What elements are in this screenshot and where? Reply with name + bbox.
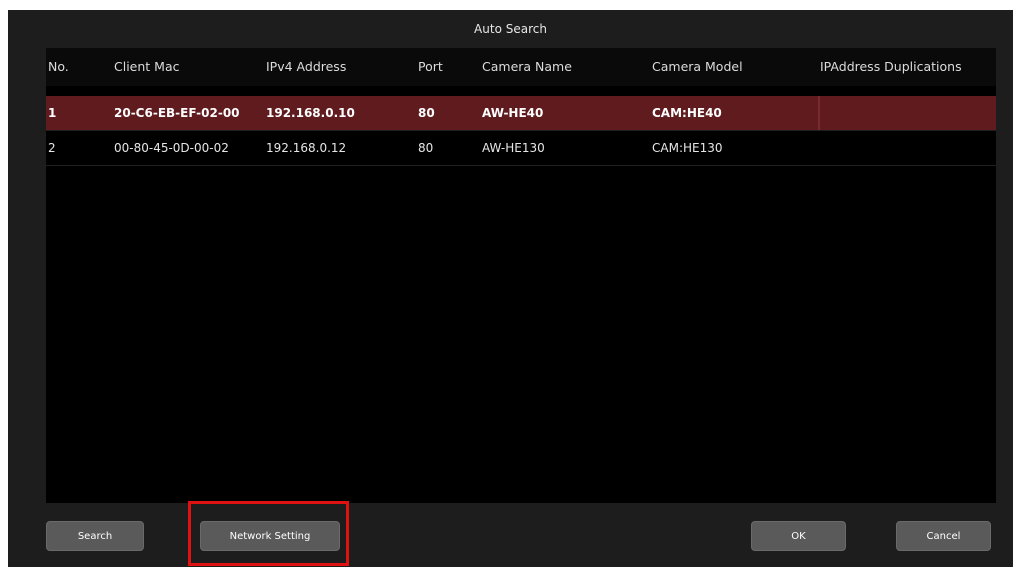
header-ipaddress-duplications[interactable]: IPAddress Duplications — [818, 48, 996, 86]
cell-ipv4-address: 192.168.0.10 — [266, 106, 355, 120]
cancel-button[interactable]: Cancel — [896, 521, 991, 551]
cell-ipv4-address: 192.168.0.12 — [266, 141, 347, 155]
cell-camera-model: CAM:HE130 — [652, 141, 723, 155]
cell-client-mac: 00-80-45-0D-00-02 — [114, 141, 229, 155]
cell-camera-name: AW-HE130 — [482, 141, 545, 155]
cell-ipaddress-duplications — [818, 96, 996, 130]
dialog-title: Auto Search — [474, 22, 547, 36]
header-camera-model[interactable]: Camera Model — [650, 48, 820, 86]
search-button[interactable]: Search — [46, 521, 144, 551]
cell-client-mac: 20-C6-EB-EF-02-00 — [114, 106, 240, 120]
results-table: No. Client Mac IPv4 Address Port Camera … — [46, 48, 996, 503]
header-no[interactable]: No. — [46, 48, 106, 86]
ok-button[interactable]: OK — [751, 521, 846, 551]
cell-ipaddress-duplications — [818, 131, 996, 165]
cell-camera-model: CAM:HE40 — [652, 106, 722, 120]
header-ipv4-address[interactable]: IPv4 Address — [264, 48, 414, 86]
cell-port: 80 — [418, 141, 434, 155]
highlight-box — [188, 501, 349, 566]
cell-port: 80 — [418, 106, 435, 120]
table-row-selected[interactable]: 1 20-C6-EB-EF-02-00 192.168.0.10 80 AW-H… — [46, 96, 996, 131]
header-port[interactable]: Port — [416, 48, 476, 86]
header-camera-name[interactable]: Camera Name — [480, 48, 650, 86]
cell-no: 1 — [48, 106, 57, 120]
cell-no: 2 — [48, 141, 56, 155]
auto-search-dialog: Auto Search No. Client Mac IPv4 Address … — [8, 10, 1013, 567]
table-header-row: No. Client Mac IPv4 Address Port Camera … — [46, 48, 996, 86]
header-client-mac[interactable]: Client Mac — [112, 48, 262, 86]
table-row[interactable]: 2 00-80-45-0D-00-02 192.168.0.12 80 AW-H… — [46, 131, 996, 166]
cell-camera-name: AW-HE40 — [482, 106, 544, 120]
